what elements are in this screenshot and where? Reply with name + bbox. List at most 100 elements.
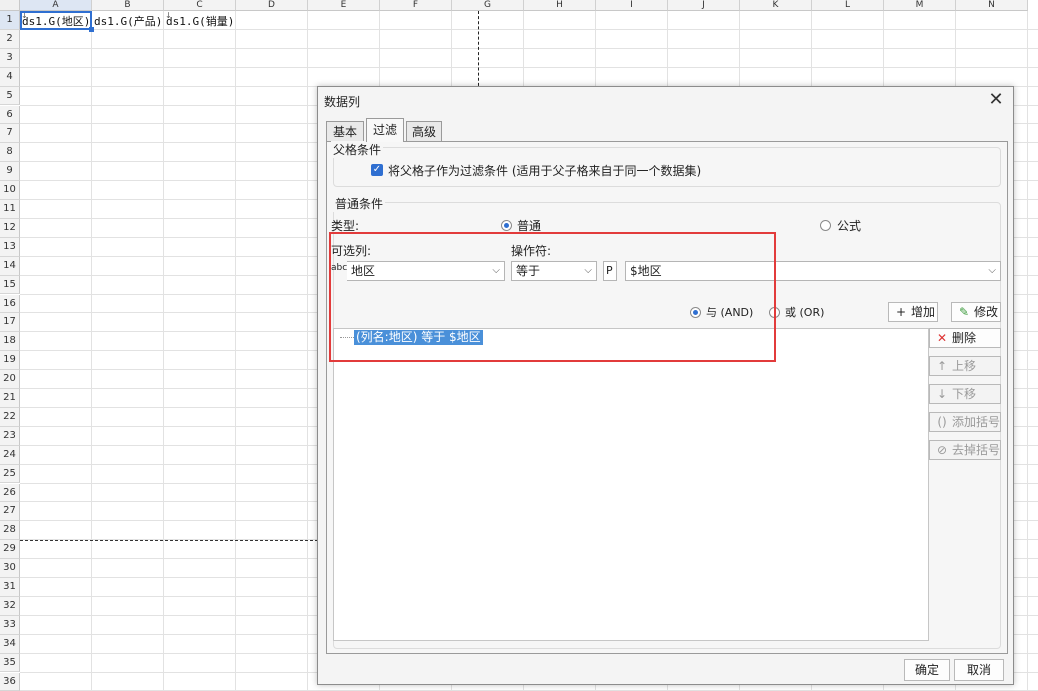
column-type-icon: abc: [331, 263, 348, 273]
arrow-down-icon: ↓: [936, 387, 948, 401]
row-header[interactable]: 33: [0, 615, 20, 635]
row-header[interactable]: 24: [0, 445, 20, 465]
type-normal-radio[interactable]: [501, 220, 512, 231]
column-select[interactable]: 地区 ⌵: [347, 261, 505, 281]
tab-advanced[interactable]: 高级: [406, 121, 442, 141]
row-header[interactable]: 31: [0, 578, 20, 597]
list-item[interactable]: (列名:地区) 等于 $地区: [354, 330, 483, 345]
column-header[interactable]: H: [524, 0, 596, 11]
tree-connector: [340, 337, 354, 338]
row-header[interactable]: 20: [0, 370, 20, 389]
column-header[interactable]: B: [92, 0, 164, 11]
add-bracket-label: 添加括号: [952, 415, 1001, 429]
row-header[interactable]: 19: [0, 351, 20, 371]
row-header[interactable]: 32: [0, 596, 20, 616]
row-header[interactable]: 34: [0, 634, 20, 654]
column-header[interactable]: I: [596, 0, 668, 11]
value-select[interactable]: $地区 ⌵: [625, 261, 1001, 281]
column-header[interactable]: A: [20, 0, 92, 11]
row-header[interactable]: 15: [0, 275, 20, 295]
cancel-button[interactable]: 取消: [954, 659, 1004, 681]
remove-bracket-button[interactable]: ⊘ 去掉括号: [929, 440, 1001, 460]
add-condition-label: 增加: [911, 305, 936, 319]
column-header[interactable]: E: [308, 0, 380, 11]
tab-basic[interactable]: 基本: [326, 121, 364, 141]
row-header[interactable]: 21: [0, 389, 20, 408]
row-header[interactable]: 7: [0, 124, 20, 144]
logic-or-label: 或 (OR): [785, 306, 825, 319]
row-header[interactable]: 17: [0, 313, 20, 333]
delete-icon: ✕: [936, 331, 948, 345]
add-bracket-button[interactable]: () 添加括号: [929, 412, 1001, 432]
column-header[interactable]: J: [668, 0, 740, 11]
row-header[interactable]: 12: [0, 218, 20, 238]
move-down-button[interactable]: ↓ 下移: [929, 384, 1001, 404]
row-header[interactable]: 14: [0, 256, 20, 276]
normal-condition-title: 普通条件: [333, 195, 386, 212]
cell-b1[interactable]: ds1.G(产品): [92, 14, 166, 30]
close-icon[interactable]: ✕: [985, 89, 1007, 111]
delete-button[interactable]: ✕ 删除: [929, 328, 1001, 348]
row-header[interactable]: 10: [0, 181, 20, 200]
page-break-horizontal: [20, 540, 318, 541]
column-header[interactable]: C: [164, 0, 236, 11]
modify-condition-button[interactable]: ✎ 修改: [951, 302, 1001, 322]
grid-line-horizontal: [20, 66, 1038, 68]
row-header[interactable]: 28: [0, 521, 20, 541]
row-header[interactable]: 30: [0, 559, 20, 578]
row-header[interactable]: 6: [0, 105, 20, 125]
condition-list[interactable]: (列名:地区) 等于 $地区: [333, 328, 929, 641]
row-header[interactable]: 5: [0, 86, 20, 106]
column-header[interactable]: D: [236, 0, 308, 11]
parent-condition-checkbox[interactable]: ✓: [371, 164, 383, 176]
row-header[interactable]: 22: [0, 407, 20, 427]
row-header[interactable]: 1: [0, 11, 20, 30]
dialog-title: 数据列: [324, 95, 361, 109]
row-header[interactable]: 3: [0, 48, 20, 68]
row-header[interactable]: 36: [0, 672, 20, 691]
row-header[interactable]: 4: [0, 67, 20, 87]
fill-handle[interactable]: [89, 27, 94, 32]
parent-condition-label: 将父格子作为过滤条件 (适用于父子格来自于同一个数据集): [388, 164, 702, 178]
row-header[interactable]: 35: [0, 653, 20, 673]
edit-icon: ✎: [958, 305, 970, 319]
plus-icon: +: [895, 305, 907, 319]
column-header[interactable]: L: [812, 0, 884, 11]
row-header[interactable]: 8: [0, 143, 20, 163]
column-header[interactable]: G: [452, 0, 524, 11]
row-header[interactable]: 29: [0, 540, 20, 560]
ok-button[interactable]: 确定: [904, 659, 950, 681]
row-header[interactable]: 2: [0, 29, 20, 49]
row-header[interactable]: 27: [0, 502, 20, 522]
row-header[interactable]: 16: [0, 294, 20, 314]
parameter-icon[interactable]: P: [603, 261, 617, 281]
tab-filter[interactable]: 过滤: [366, 118, 404, 142]
row-header[interactable]: 9: [0, 162, 20, 182]
column-label: 可选列:: [331, 244, 372, 258]
operator-select[interactable]: 等于 ⌵: [511, 261, 597, 281]
value-select-value: $地区: [630, 264, 662, 278]
column-header[interactable]: N: [956, 0, 1028, 11]
chevron-down-icon: ⌵: [988, 265, 996, 276]
row-header[interactable]: 13: [0, 237, 20, 257]
row-header[interactable]: 25: [0, 464, 20, 484]
column-select-value: 地区: [351, 264, 376, 278]
row-header[interactable]: 11: [0, 200, 20, 219]
cell-c1[interactable]: ds1.G(销量): [164, 14, 238, 30]
logic-or-radio[interactable]: [769, 307, 780, 318]
row-header[interactable]: 26: [0, 483, 20, 503]
column-header[interactable]: M: [884, 0, 956, 11]
type-formula-label: 公式: [837, 219, 862, 233]
chevron-down-icon: ⌵: [584, 265, 592, 276]
row-header[interactable]: 18: [0, 332, 20, 352]
row-header[interactable]: 23: [0, 426, 20, 446]
column-header[interactable]: K: [740, 0, 812, 11]
type-formula-radio[interactable]: [820, 220, 831, 231]
logic-and-radio[interactable]: [690, 307, 701, 318]
grid-line-horizontal: [20, 47, 1038, 49]
move-up-button[interactable]: ↑ 上移: [929, 356, 1001, 376]
data-column-dialog: 数据列 ✕ 基本 过滤 高级 父格条件 ✓ 将父格子作为过滤条件 (适用于父子格…: [317, 86, 1014, 685]
add-condition-button[interactable]: + 增加: [888, 302, 938, 322]
sheet-corner[interactable]: [0, 0, 20, 11]
column-header[interactable]: F: [380, 0, 452, 11]
